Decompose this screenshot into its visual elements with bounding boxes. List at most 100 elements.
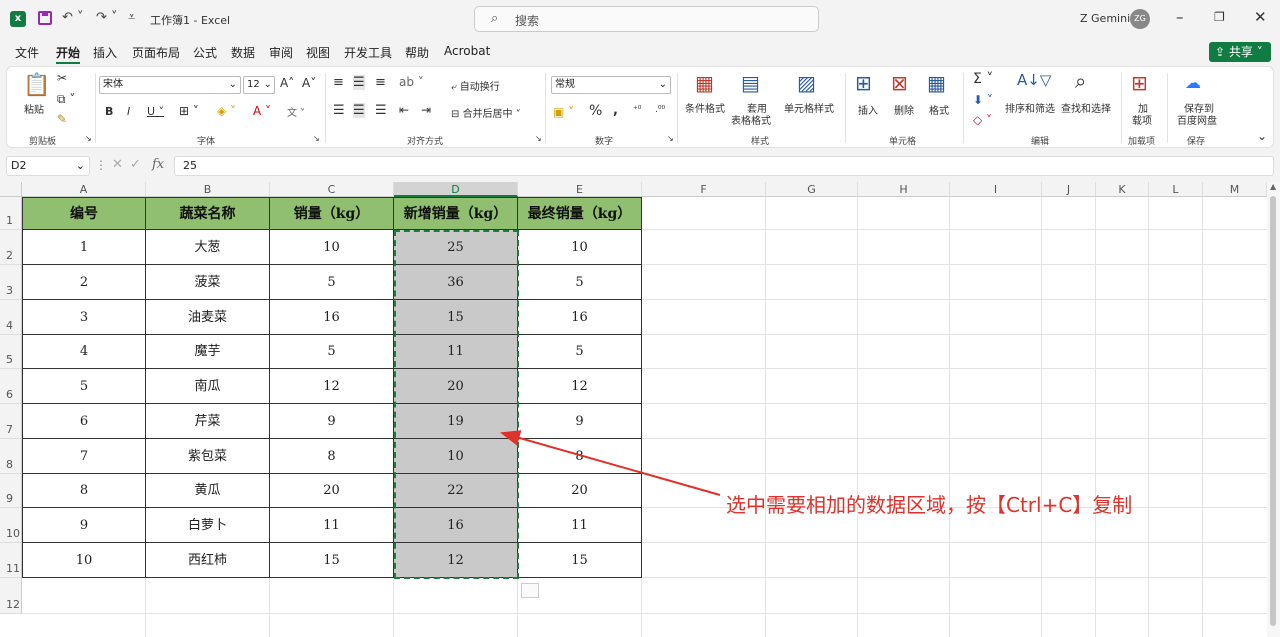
sort-filter-button[interactable]: 排序和筛选	[1005, 100, 1055, 115]
minimize-icon[interactable]: –	[1176, 8, 1184, 26]
paste-icon[interactable]: 📋	[23, 73, 50, 98]
comma-icon[interactable]: ,	[613, 103, 618, 118]
baidu-cloud-icon[interactable]: ☁	[1185, 73, 1201, 92]
clear-icon[interactable]: ◇ ˅	[973, 113, 992, 127]
number-format-select[interactable]: 常规 ⌄	[551, 76, 671, 94]
avatar[interactable]: ZG	[1130, 9, 1150, 29]
save-cloud-label-2[interactable]: 百度网盘	[1177, 112, 1217, 127]
font-size-select[interactable]: 12 ⌄	[243, 76, 275, 94]
align-top-icon[interactable]: ≡	[333, 75, 344, 90]
sort-filter-icon[interactable]: A↓▽	[1017, 71, 1051, 89]
find-select-icon[interactable]: ⌕	[1075, 69, 1086, 93]
conditional-format-icon[interactable]: ▦	[695, 71, 714, 95]
scroll-up-icon[interactable]: ▲	[1270, 182, 1276, 191]
wrap-text-label: 自动换行	[459, 82, 500, 93]
format-cells-icon[interactable]: ▦	[927, 71, 946, 95]
tab-acrobat[interactable]: Acrobat	[444, 44, 490, 58]
redo-icon[interactable]: ↷ ˅	[96, 10, 118, 25]
bold-icon[interactable]: B	[105, 105, 113, 118]
paste-label[interactable]: 粘贴	[24, 101, 44, 116]
increase-indent-icon[interactable]: ⇥	[421, 103, 431, 117]
undo-icon[interactable]: ↶ ˅	[62, 10, 84, 25]
delete-cells-button[interactable]: 删除	[894, 102, 914, 117]
conditional-format-button[interactable]: 条件格式	[685, 100, 725, 115]
tab-view[interactable]: 视图	[306, 44, 330, 61]
share-button[interactable]: ⇪ 共享 ˅	[1209, 42, 1271, 62]
italic-icon[interactable]: I	[127, 105, 130, 118]
scroll-thumb[interactable]	[1270, 196, 1276, 626]
cell-styles-button[interactable]: 单元格样式	[784, 100, 834, 115]
formula-input[interactable]: 25	[174, 156, 1274, 176]
search-placeholder: 搜索	[515, 14, 540, 28]
align-right-icon[interactable]: ☰	[375, 103, 387, 118]
dialog-launcher-icon[interactable]: ↘	[313, 134, 320, 143]
tab-formulas[interactable]: 公式	[193, 44, 217, 61]
cancel-icon[interactable]: ✕	[112, 157, 123, 172]
name-box[interactable]: D2 ⌄	[6, 156, 90, 176]
format-as-table-label-2[interactable]: 表格格式	[731, 112, 771, 127]
format-as-table-icon[interactable]: ▤	[741, 71, 760, 95]
find-select-button[interactable]: 查找和选择	[1061, 100, 1111, 115]
align-bottom-icon[interactable]: ≡	[375, 75, 386, 90]
enter-icon[interactable]: ✓	[130, 157, 141, 172]
excel-logo-icon: x	[10, 11, 26, 27]
cut-icon[interactable]: ✂	[57, 71, 67, 85]
autosum-icon[interactable]: Σ ˅	[973, 71, 993, 87]
worksheet[interactable]: ABCDEFGHIJKLM 1 2 3 4 5 6 7 8 9 10 11 12 编号 蔬菜名称 销量（k…	[0, 182, 1280, 637]
align-center-icon[interactable]: ☰	[353, 103, 365, 118]
tab-home[interactable]: 开始	[56, 44, 81, 64]
dialog-launcher-icon[interactable]: ↘	[667, 134, 674, 143]
search-box[interactable]: ⌕ 搜索	[474, 6, 819, 32]
formula-bar: D2 ⌄ ⋮ ✕ ✓ fx 25	[0, 154, 1280, 178]
save-icon[interactable]	[38, 11, 52, 25]
percent-icon[interactable]: %	[589, 103, 602, 119]
customize-toolbar-icon[interactable]: ⩡	[128, 10, 135, 25]
dialog-launcher-icon[interactable]: ↘	[535, 134, 542, 143]
delete-cells-icon[interactable]: ⊠	[891, 71, 908, 95]
close-icon[interactable]: ✕	[1254, 8, 1267, 26]
wrap-text-button[interactable]: ⤶ 自动换行	[451, 78, 500, 93]
border-icon[interactable]: ⊞ ˅	[179, 104, 199, 118]
insert-cells-icon[interactable]: ⊞	[855, 71, 872, 95]
format-cells-button[interactable]: 格式	[929, 102, 949, 117]
user-name[interactable]: Z Gemini	[1080, 12, 1130, 25]
separator	[545, 73, 546, 143]
tab-developer[interactable]: 开发工具	[344, 44, 392, 61]
tab-page-layout[interactable]: 页面布局	[132, 44, 180, 61]
decrease-decimal-icon[interactable]: .⁰⁰	[655, 105, 665, 115]
tab-data[interactable]: 数据	[231, 44, 255, 61]
addins-icon[interactable]: ⊞	[1131, 71, 1148, 95]
separator	[845, 73, 846, 143]
accounting-icon[interactable]: ▣ ˅	[553, 105, 574, 119]
merge-center-button[interactable]: ⊟ 合并后居中 ˅	[451, 105, 521, 120]
decrease-indent-icon[interactable]: ⇤	[399, 103, 409, 117]
insert-function-icon[interactable]: fx	[152, 157, 164, 172]
align-left-icon[interactable]: ☰	[333, 103, 345, 118]
font-color-icon[interactable]: A ˅	[253, 104, 271, 118]
restore-icon[interactable]: ❐	[1214, 10, 1225, 24]
tab-help[interactable]: 帮助	[405, 44, 429, 61]
increase-decimal-icon[interactable]: ⁺⁰	[633, 105, 641, 115]
decrease-font-icon[interactable]: A˅	[302, 76, 316, 90]
font-name-select[interactable]: 宋体 ⌄	[99, 76, 241, 94]
phonetic-icon[interactable]: 文 ˅	[287, 104, 305, 119]
addins-label-2[interactable]: 载项	[1132, 112, 1152, 127]
copy-icon[interactable]: ⧉ ˅	[57, 92, 75, 107]
tab-review[interactable]: 审阅	[269, 44, 293, 61]
tab-insert[interactable]: 插入	[93, 44, 117, 61]
insert-cells-button[interactable]: 插入	[858, 102, 878, 117]
align-middle-icon[interactable]: ☰	[353, 75, 365, 90]
collapse-ribbon-icon[interactable]: ⌄	[1257, 129, 1267, 143]
vertical-scrollbar[interactable]: ▲	[1267, 182, 1280, 637]
tab-file[interactable]: 文件	[15, 44, 39, 61]
annotation-note: 选中需要相加的数据区域，按【Ctrl+C】复制	[726, 493, 1133, 517]
underline-icon[interactable]: U ˅	[147, 105, 164, 118]
orientation-icon[interactable]: ab ˅	[399, 75, 424, 89]
format-painter-icon[interactable]: ✎	[57, 112, 67, 126]
cell-styles-icon[interactable]: ▨	[797, 71, 816, 95]
fill-icon[interactable]: ⬇ ˅	[973, 93, 993, 107]
ribbon-tabs: 文件 开始 插入 页面布局 公式 数据 审阅 视图 开发工具 帮助 Acroba…	[0, 40, 1280, 64]
dialog-launcher-icon[interactable]: ↘	[85, 134, 92, 143]
increase-font-icon[interactable]: A˄	[280, 76, 294, 90]
fill-color-icon[interactable]: ◈ ˅	[217, 104, 236, 118]
